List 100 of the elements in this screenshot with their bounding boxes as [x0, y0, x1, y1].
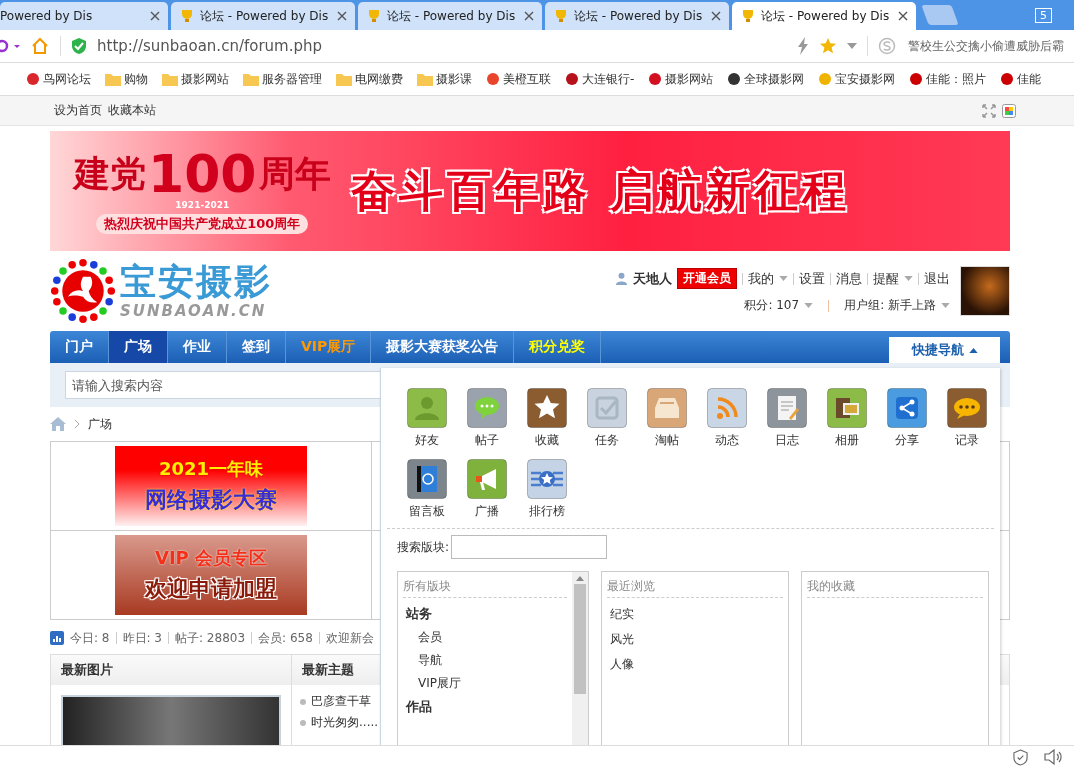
quick-nav-item[interactable]: 日志 [757, 388, 817, 449]
thread-link[interactable]: 巴彦查干草 [311, 693, 371, 710]
browser-tab[interactable]: 论坛 - Powered by Dis [732, 2, 916, 30]
stat-text: 今日: 8 [70, 629, 110, 647]
forum-search-field[interactable] [451, 535, 608, 559]
forum-search-label: 搜索版块: [397, 538, 450, 556]
avatar-photo-placeholder[interactable] [960, 266, 1010, 316]
list-title: 最近浏览 [607, 578, 783, 598]
quick-nav-item[interactable]: 任务 [577, 388, 637, 449]
recent-forum-link[interactable]: 纪实 [607, 602, 783, 627]
caret-icon[interactable] [847, 43, 857, 49]
close-icon[interactable] [524, 11, 534, 21]
user-menu-link[interactable]: 我的 [748, 269, 774, 288]
quick-nav-item[interactable]: 相册 [817, 388, 877, 449]
quick-nav-item[interactable]: 记录 [937, 388, 997, 449]
palette-icon[interactable] [1002, 103, 1016, 118]
bookmark-item[interactable]: 美橙互联 [486, 70, 551, 88]
tab-title: 论坛 - Powered by Dis [761, 7, 891, 25]
top-link[interactable]: 设为首页 [54, 102, 102, 119]
quick-nav-item[interactable]: 分享 [877, 388, 937, 449]
bookmark-item[interactable]: 佳能 [1000, 70, 1042, 88]
trophy-icon [179, 8, 195, 24]
banner-number: 100 [148, 148, 257, 200]
search-engine-icon[interactable] [878, 37, 896, 55]
browser-tab[interactable]: 论坛 - Powered by Dis [171, 2, 355, 30]
quick-nav-tab[interactable]: 快捷导航 [889, 337, 1000, 363]
forum-item[interactable]: 站务 [403, 602, 567, 626]
recent-forum-link[interactable]: 风光 [607, 627, 783, 652]
bookmark-item[interactable]: 鸟网论坛 [26, 70, 91, 88]
folder-icon [336, 72, 352, 86]
scroll-up-arrow-icon[interactable] [576, 576, 584, 581]
forum-item[interactable]: 会员 [415, 626, 567, 649]
bookmark-item[interactable]: 摄影网站 [162, 70, 229, 88]
quick-nav-item[interactable]: 淘帖 [637, 388, 697, 449]
home-icon[interactable] [50, 417, 66, 431]
top-link[interactable]: 收藏本站 [108, 102, 156, 119]
nav-item[interactable]: 广场 [109, 331, 168, 363]
bookmark-item[interactable]: 大连银行- [565, 70, 635, 88]
site-icon [909, 72, 924, 86]
notepad-icon [767, 388, 807, 428]
ring-icon[interactable] [0, 38, 20, 54]
box-title: 最新主题 [302, 661, 354, 679]
scrollbar[interactable] [572, 572, 588, 746]
stat-text: 昨日: 3 [122, 629, 162, 647]
tab-title: 论坛 - Powered by Dis [387, 7, 517, 25]
bookmark-item[interactable]: 摄影课 [417, 70, 472, 88]
vip-button[interactable]: 开通会员 [677, 268, 737, 289]
breadcrumb-link[interactable]: 广场 [88, 415, 112, 433]
star-icon[interactable] [819, 37, 837, 55]
bookmark-item[interactable]: 服务器管理 [243, 70, 322, 88]
address-field[interactable]: http://sunbaoan.cn/forum.php [97, 37, 787, 55]
quick-nav-item[interactable]: 收藏 [517, 388, 577, 449]
close-icon[interactable] [337, 11, 347, 21]
tab-title: 论坛 - Powered by Dis [200, 7, 330, 25]
ad-text: 网络摄影大赛 [145, 486, 277, 514]
thread-link[interactable]: 时光匆匆..... [311, 714, 379, 731]
bookmark-item[interactable]: 宝安摄影网 [818, 70, 896, 88]
close-icon[interactable] [150, 11, 160, 21]
quick-nav-item[interactable]: 留言板 [397, 459, 457, 520]
bookmark-item[interactable]: 电网缴费 [336, 70, 403, 88]
site-icon [818, 72, 833, 86]
quick-nav-item[interactable]: 帖子 [457, 388, 517, 449]
trophy-icon [740, 8, 756, 24]
browser-tab[interactable]: 论坛 - Powered by Dis [358, 2, 542, 30]
quick-nav-item[interactable]: 好友 [397, 388, 457, 449]
shield-icon[interactable] [1013, 748, 1028, 766]
bookmark-item[interactable]: 摄影网站 [648, 70, 714, 88]
forum-item[interactable]: 导航 [415, 649, 567, 672]
points-link[interactable]: 积分: 107 [744, 297, 800, 314]
speaker-icon[interactable] [1044, 749, 1062, 765]
new-tab-button[interactable] [921, 5, 959, 25]
username-link[interactable]: 天地人 [633, 269, 672, 288]
ad-text: 2021一年味 [158, 457, 264, 481]
quick-nav-item[interactable]: 广播 [457, 459, 517, 520]
user-menu-link[interactable]: 提醒 [873, 269, 899, 288]
close-icon[interactable] [711, 11, 721, 21]
banner-subtitle: 热烈庆祝中国共产党成立100周年 [96, 214, 309, 234]
user-menu-link[interactable]: 退出 [924, 269, 950, 288]
expand-icon[interactable] [982, 103, 996, 118]
browser-tab[interactable]: 论坛 - Powered by Dis [545, 2, 729, 30]
browser-tab[interactable]: Powered by Dis [0, 2, 168, 30]
quick-nav-item[interactable]: 动态 [697, 388, 757, 449]
bookmark-item[interactable]: 购物 [105, 70, 148, 88]
quick-nav-item[interactable]: 排行榜 [517, 459, 577, 520]
forum-item[interactable]: 作品 [403, 695, 567, 719]
stat-text: 帖子: 28803 [175, 629, 246, 647]
user-menu-link[interactable]: 消息 [836, 269, 862, 288]
close-icon[interactable] [898, 11, 908, 21]
bookmark-item[interactable]: 全球摄影网 [727, 70, 805, 88]
ad-text: 欢迎申请加盟 [145, 575, 277, 603]
lightning-icon[interactable] [797, 37, 809, 55]
photo-placeholder[interactable] [61, 695, 281, 746]
forum-item[interactable]: VIP展厅 [415, 672, 567, 695]
bookmark-item[interactable]: 佳能：照片 [909, 70, 987, 88]
user-menu-link[interactable]: 设置 [799, 269, 825, 288]
recent-forum-link[interactable]: 人像 [607, 652, 783, 677]
caret-icon[interactable] [968, 347, 978, 353]
site-icon [727, 72, 742, 86]
user-group-link[interactable]: 用户组: 新手上路 [844, 297, 936, 314]
home-icon[interactable] [30, 36, 50, 56]
